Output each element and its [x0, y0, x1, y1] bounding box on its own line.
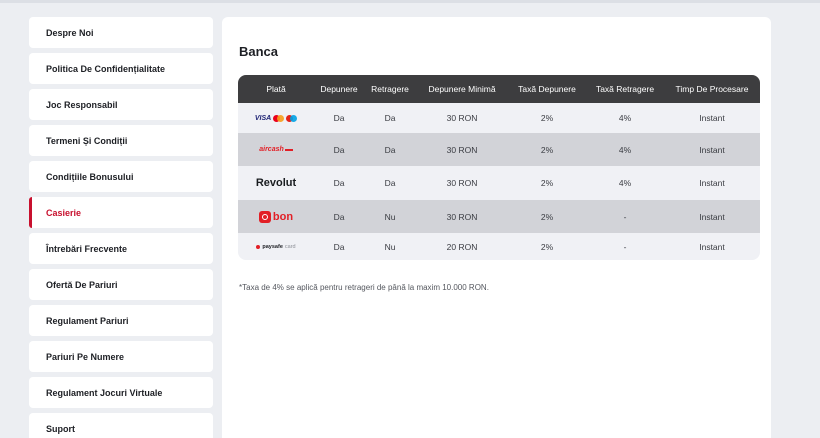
- cell-withdraw: Nu: [384, 241, 396, 252]
- cell-processing: Instant: [699, 144, 725, 155]
- column-header: Retragere: [371, 84, 409, 94]
- abon-logo-cell: bon: [238, 210, 314, 223]
- cell-min-deposit: 30 RON: [446, 178, 478, 188]
- table-header: Plată Depunere Retragere Depunere Minimă…: [238, 75, 760, 103]
- cell-deposit: Da: [333, 113, 345, 123]
- cell-withdraw-fee: 4%: [618, 178, 632, 188]
- sidebar-item-joc-responsabil[interactable]: Joc Responsabil: [29, 89, 213, 120]
- sidebar-item-label: Termeni Și Condiții: [46, 135, 128, 146]
- column-header: Plată: [266, 84, 286, 94]
- sidebar-item-label: Despre Noi: [46, 27, 94, 38]
- cell-withdraw-fee: 4%: [618, 113, 632, 123]
- sidebar-item-label: Casierie: [46, 207, 82, 218]
- aircash-logo: aircash: [259, 146, 293, 153]
- column-header: Depunere: [320, 84, 358, 94]
- sidebar-item-label: Condițiile Bonusului: [46, 171, 134, 182]
- sidebar-item-pariuri-numere[interactable]: Pariuri Pe Numere: [29, 341, 213, 372]
- cell-min-deposit: 30 RON: [446, 211, 478, 222]
- sidebar-nav: Despre Noi Politica De Confidențialitate…: [29, 17, 213, 438]
- table-row: bon Da Nu 30 RON 2% - Instant: [238, 200, 760, 233]
- cell-deposit: Da: [333, 211, 345, 222]
- cell-deposit: Da: [333, 241, 345, 252]
- cell-withdraw: Da: [384, 113, 396, 123]
- column-header: Taxă Retragere: [595, 84, 655, 94]
- cell-processing: Instant: [699, 211, 725, 222]
- sidebar-item-label: Regulament Jocuri Virtuale: [46, 387, 163, 398]
- sidebar-item-label: Ofertă De Pariuri: [46, 279, 118, 290]
- sidebar-item-label: Întrebări Frecvente: [46, 243, 128, 254]
- page-title: Banca: [239, 44, 279, 59]
- aircash-logo-cell: aircash: [238, 146, 314, 153]
- cell-withdraw: Nu: [384, 211, 396, 222]
- revolut-logo-cell: Revolut: [238, 177, 314, 189]
- cell-processing: Instant: [699, 113, 725, 123]
- sidebar-item-intrebari-frecvente[interactable]: Întrebări Frecvente: [29, 233, 213, 264]
- sidebar-item-label: Pariuri Pe Numere: [46, 351, 125, 362]
- abon-logo: bon: [258, 210, 294, 223]
- cell-deposit: Da: [333, 144, 345, 155]
- cell-min-deposit: 30 RON: [446, 144, 478, 155]
- top-divider: [0, 0, 820, 3]
- sidebar-item-politica-confidentialitate[interactable]: Politica De Confidențialitate: [29, 53, 213, 84]
- cell-deposit-fee: 2%: [540, 113, 554, 123]
- sidebar-item-termeni-conditii[interactable]: Termeni Și Condiții: [29, 125, 213, 156]
- cell-withdraw-fee: -: [623, 211, 627, 222]
- sidebar-item-casierie[interactable]: Casierie: [29, 197, 213, 228]
- column-header: Timp De Procesare: [675, 84, 749, 94]
- sidebar-item-oferta-pariuri[interactable]: Ofertă De Pariuri: [29, 269, 213, 300]
- table-row: Revolut Da Da 30 RON 2% 4% Instant: [238, 166, 760, 200]
- sidebar-item-despre-noi[interactable]: Despre Noi: [29, 17, 213, 48]
- visa-logo: VISA: [254, 114, 298, 122]
- cell-processing: Instant: [699, 178, 725, 188]
- mastercard-icon: [273, 114, 285, 122]
- visa-text: VISA: [254, 114, 272, 122]
- cell-deposit-fee: 2%: [540, 144, 554, 155]
- abon-text: bon: [272, 210, 294, 223]
- cell-processing: Instant: [699, 241, 725, 252]
- paysafecard-logo: paysafe card: [256, 243, 296, 250]
- column-header: Taxă Depunere: [518, 84, 576, 94]
- fee-footnote: *Taxa de 4% se aplică pentru retrageri d…: [239, 283, 489, 292]
- table-row: paysafe card Da Nu 20 RON 2% - Instant: [238, 233, 760, 260]
- sidebar-item-label: Regulament Pariuri: [46, 315, 129, 326]
- payment-methods-table: Plată Depunere Retragere Depunere Minimă…: [238, 75, 760, 260]
- cell-withdraw-fee: -: [623, 241, 627, 252]
- aircash-text: aircash: [259, 146, 284, 153]
- sidebar-item-label: Joc Responsabil: [46, 99, 118, 110]
- paysafe-text: paysafe: [262, 243, 283, 250]
- cell-withdraw: Da: [384, 144, 396, 155]
- visa-mastercard-logo: VISA: [238, 114, 314, 122]
- cell-min-deposit: 30 RON: [446, 113, 478, 123]
- sidebar-item-regulament-jocuri-virtuale[interactable]: Regulament Jocuri Virtuale: [29, 377, 213, 408]
- abon-icon: [258, 210, 271, 223]
- main-panel: Banca Plată Depunere Retragere Depunere …: [222, 17, 771, 438]
- cell-deposit-fee: 2%: [540, 178, 554, 188]
- sidebar-item-regulament-pariuri[interactable]: Regulament Pariuri: [29, 305, 213, 336]
- paysafecard-logo-cell: paysafe card: [238, 244, 314, 250]
- column-header: Depunere Minimă: [428, 84, 496, 94]
- sidebar-item-conditiile-bonusului[interactable]: Condițiile Bonusului: [29, 161, 213, 192]
- cell-min-deposit: 20 RON: [446, 241, 478, 252]
- paysafe-dot-icon: [256, 244, 261, 249]
- cell-withdraw-fee: 4%: [618, 144, 632, 155]
- cell-deposit-fee: 2%: [540, 241, 554, 252]
- maestro-icon: [286, 114, 298, 122]
- cell-withdraw: Da: [384, 178, 396, 188]
- arrow-icon: [284, 148, 293, 151]
- cell-deposit: Da: [333, 178, 345, 188]
- paysafe-card-text: card: [284, 243, 296, 250]
- cell-deposit-fee: 2%: [540, 211, 554, 222]
- table-row: aircash Da Da 30 RON 2% 4% Instant: [238, 133, 760, 166]
- table-row: VISA Da Da 30 RON 2% 4% Instant: [238, 103, 760, 133]
- revolut-logo: Revolut: [255, 177, 297, 189]
- sidebar-item-suport[interactable]: Suport: [29, 413, 213, 438]
- sidebar-item-label: Suport: [46, 423, 75, 434]
- sidebar-item-label: Politica De Confidențialitate: [46, 63, 166, 74]
